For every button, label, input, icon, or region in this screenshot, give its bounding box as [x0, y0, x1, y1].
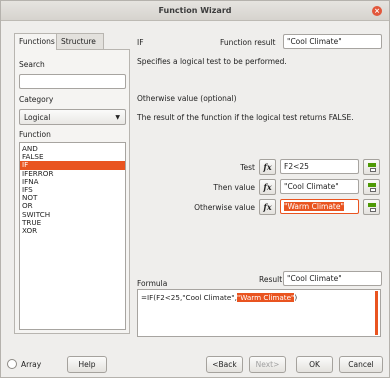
test-label: Test	[240, 163, 255, 172]
search-input[interactable]	[19, 74, 126, 89]
otherwise-value-label: Otherwise value	[194, 203, 255, 212]
title-bar: Function Wizard ×	[1, 1, 389, 21]
tab-structure[interactable]: Structure	[56, 33, 104, 50]
argument-title: Otherwise value (optional)	[137, 94, 237, 103]
window-title: Function Wizard	[158, 6, 232, 15]
functions-panel: Search Category Logical ▼ Function AND F…	[14, 49, 130, 334]
result-label: Result	[259, 275, 283, 284]
function-item[interactable]: IFNA	[20, 177, 125, 186]
help-button[interactable]: Help	[67, 356, 107, 373]
shrink-icon[interactable]	[363, 179, 380, 195]
test-input[interactable]: F2<25	[280, 159, 359, 174]
otherwise-value-text: "Warm Climate"	[284, 202, 344, 211]
formula-text-end: )	[294, 293, 298, 302]
ok-button[interactable]: OK	[296, 356, 333, 373]
formula-label: Formula	[137, 279, 168, 288]
chevron-down-icon: ▼	[115, 114, 120, 121]
back-button[interactable]: <Back	[206, 356, 243, 373]
category-value: Logical	[24, 113, 51, 122]
array-label: Array	[21, 360, 42, 369]
fx-icon[interactable]: fx	[259, 159, 276, 175]
function-description: Specifies a logical test to be performed…	[137, 57, 287, 66]
function-list-label: Function	[19, 130, 51, 139]
formula-scroll-indicator	[375, 291, 378, 335]
otherwise-value-input[interactable]: "Warm Climate"	[280, 199, 359, 214]
array-checkbox[interactable]	[7, 359, 17, 369]
formula-text: =IF(F2<25,"Cool Climate",	[141, 293, 237, 302]
result-field: "Cool Climate"	[283, 271, 382, 286]
then-value-input[interactable]: "Cool Climate"	[280, 179, 359, 194]
search-label: Search	[19, 60, 45, 69]
argument-description: The result of the function if the logica…	[137, 113, 354, 122]
function-name: IF	[137, 38, 144, 47]
category-select[interactable]: Logical ▼	[19, 109, 126, 125]
function-list[interactable]: AND FALSE IF IFERROR IFNA IFS NOT OR SWI…	[19, 142, 126, 330]
shrink-icon[interactable]	[363, 159, 380, 175]
shrink-icon[interactable]	[363, 199, 380, 215]
close-icon[interactable]: ×	[372, 6, 382, 16]
fx-icon[interactable]: fx	[259, 179, 276, 195]
next-button[interactable]: Next>	[249, 356, 286, 373]
function-wizard-dialog: Function Wizard × Functions Structure Se…	[0, 0, 390, 378]
category-label: Category	[19, 95, 54, 104]
cancel-button[interactable]: Cancel	[339, 356, 383, 373]
fx-icon[interactable]: fx	[259, 199, 276, 215]
function-result-label: Function result	[220, 38, 276, 47]
then-value-label: Then value	[213, 183, 255, 192]
function-result-field: "Cool Climate"	[283, 34, 382, 49]
function-item[interactable]: XOR	[20, 226, 125, 235]
tab-functions[interactable]: Functions	[14, 33, 57, 50]
function-item[interactable]: FALSE	[20, 152, 125, 161]
function-item[interactable]: NOT	[20, 193, 125, 202]
formula-highlight: "Warm Climate"	[236, 293, 295, 302]
formula-editor[interactable]: =IF(F2<25,"Cool Climate","Warm Climate")	[137, 289, 381, 337]
